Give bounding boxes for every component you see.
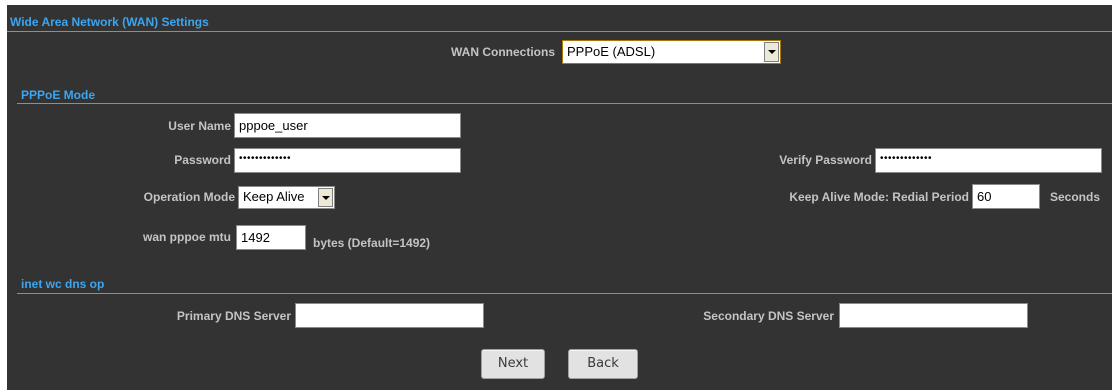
mtu-default-hint: bytes (Default=1492) — [313, 236, 431, 250]
wan-settings-title: Wide Area Network (WAN) Settings — [10, 15, 209, 29]
dns-section-title: inet wc dns op — [21, 277, 105, 291]
password-label: Password — [174, 153, 231, 167]
secondary-dns-input[interactable] — [839, 303, 1028, 328]
wan-connections-select[interactable]: PPPoE (ADSL) — [562, 40, 781, 64]
wan-connections-value: PPPoE (ADSL) — [567, 44, 656, 59]
verify-password-input[interactable]: ••••••••••••• — [875, 148, 1102, 173]
operation-mode-value: Keep Alive — [243, 189, 305, 204]
wan-connections-label: WAN Connections — [451, 45, 555, 59]
keep-alive-redial-label: Keep Alive Mode: Redial Period — [789, 190, 969, 204]
section-divider — [7, 31, 1112, 32]
next-button[interactable]: Next — [481, 349, 545, 379]
redial-period-input[interactable] — [972, 184, 1040, 209]
section-divider — [17, 103, 1112, 104]
seconds-label: Seconds — [1050, 190, 1101, 204]
operation-mode-select[interactable]: Keep Alive — [238, 186, 335, 209]
primary-dns-input[interactable] — [295, 303, 484, 328]
user-name-label: User Name — [168, 119, 231, 133]
chevron-down-icon[interactable] — [764, 42, 779, 62]
primary-dns-label: Primary DNS Server — [176, 309, 291, 323]
chevron-down-icon[interactable] — [318, 188, 333, 207]
wan-settings-panel: Wide Area Network (WAN) Settings WAN Con… — [7, 5, 1112, 390]
secondary-dns-label: Secondary DNS Server — [703, 309, 834, 323]
back-button[interactable]: Back — [568, 349, 638, 379]
password-input[interactable]: ••••••••••••• — [234, 148, 461, 173]
operation-mode-label: Operation Mode — [143, 190, 235, 204]
mtu-input[interactable] — [236, 225, 306, 250]
verify-password-label: Verify Password — [779, 153, 872, 167]
wan-pppoe-mtu-label: wan pppoe mtu — [143, 230, 231, 244]
user-name-input[interactable] — [234, 113, 461, 138]
section-divider — [17, 293, 1112, 294]
pppoe-mode-title: PPPoE Mode — [21, 88, 96, 102]
